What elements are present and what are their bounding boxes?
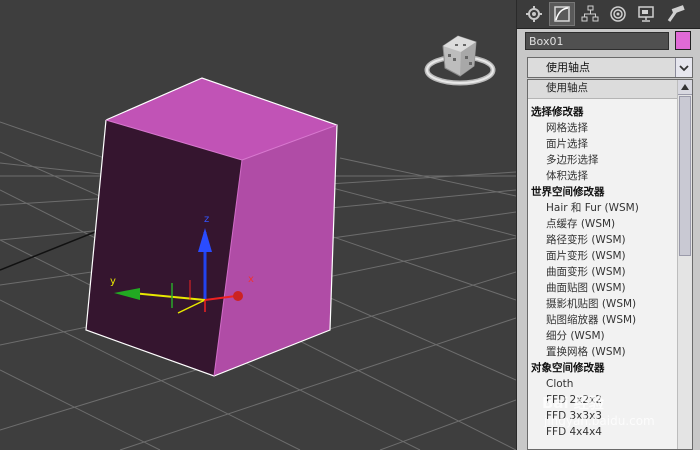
hierarchy-tab[interactable]: [577, 2, 603, 26]
hierarchy-icon: [581, 5, 599, 22]
box01-mesh[interactable]: [85, 77, 338, 377]
modifier-list-item[interactable]: 贴图缩放器 (WSM): [528, 312, 692, 328]
modifier-list-item[interactable]: FFD 2x2x2: [528, 392, 692, 408]
modifier-list-dropdown-value: 使用轴点: [546, 61, 590, 74]
modifier-list-item[interactable]: 摄影机贴图 (WSM): [528, 296, 692, 312]
command-panel-tabs: [517, 0, 700, 29]
modifier-list-item[interactable]: 多边形选择: [528, 152, 692, 168]
viewcube-icon[interactable]: [424, 35, 496, 86]
modifier-list-item[interactable]: 网格选择: [528, 120, 692, 136]
modifier-list-item[interactable]: 细分 (WSM): [528, 328, 692, 344]
modifier-category-header: 世界空间修改器: [531, 186, 605, 198]
modifier-list[interactable]: 使用轴点 选择修改器网格选择 面片选择 多边形选择 体积选择世界空间修改器 Hair 和…: [527, 79, 693, 450]
motion-icon: [610, 6, 626, 22]
utilities-icon: [667, 5, 685, 22]
command-panel: Box01 使用轴点 使用轴点 选择修改器网格选择 面片选择 多边形选择 体积选择世界…: [516, 0, 700, 450]
perspective-viewport[interactable]: y x z: [0, 0, 516, 450]
modifier-list-item[interactable]: 体积选择: [528, 168, 692, 184]
modifier-list-dropdown[interactable]: 使用轴点: [527, 57, 693, 78]
modifier-list-item[interactable]: 曲面变形 (WSM): [528, 264, 692, 280]
create-tab[interactable]: [521, 2, 547, 26]
motion-tab[interactable]: [605, 2, 631, 26]
modify-tab[interactable]: [549, 2, 575, 26]
gizmo-z-label: z: [204, 214, 209, 225]
modifier-list-selected-item[interactable]: 使用轴点: [528, 80, 692, 99]
scrollbar-thumb[interactable]: [679, 96, 691, 256]
modifier-list-item[interactable]: 点缓存 (WSM): [528, 216, 692, 232]
viewport-scene: y x z: [0, 35, 516, 450]
modifier-list-item[interactable]: 面片变形 (WSM): [528, 248, 692, 264]
utilities-tab[interactable]: [663, 2, 689, 26]
modifier-list-item[interactable]: Hair 和 Fur (WSM): [528, 200, 692, 216]
modifier-category-header: 对象空间修改器: [531, 362, 605, 374]
modifier-list-item[interactable]: 面片选择: [528, 136, 692, 152]
gizmo-x-label: x: [248, 274, 254, 285]
gizmo-y-label: y: [110, 276, 116, 287]
modifier-list-item[interactable]: 曲面贴图 (WSM): [528, 280, 692, 296]
object-color-swatch[interactable]: [675, 31, 691, 50]
chevron-down-icon[interactable]: [675, 58, 692, 77]
modifier-list-item[interactable]: FFD 3x3x3: [528, 408, 692, 424]
display-tab[interactable]: [633, 2, 659, 26]
modifier-list-item[interactable]: 路径变形 (WSM): [528, 232, 692, 248]
modifier-list-item[interactable]: FFD 4x4x4: [528, 424, 692, 440]
modifier-list-item[interactable]: Cloth: [528, 376, 692, 392]
modifier-category-header: 选择修改器: [531, 106, 584, 118]
scroll-up-arrow-icon[interactable]: [678, 80, 692, 95]
object-name-field[interactable]: Box01: [525, 32, 669, 50]
modify-icon: [554, 6, 570, 22]
modifier-list-item[interactable]: 置换网格 (WSM): [528, 344, 692, 360]
display-icon: [638, 6, 654, 22]
modifier-list-scrollbar[interactable]: [677, 80, 692, 449]
create-icon: [526, 6, 542, 22]
modifier-list-items: 使用轴点 选择修改器网格选择 面片选择 多边形选择 体积选择世界空间修改器 Hair 和…: [528, 80, 692, 440]
